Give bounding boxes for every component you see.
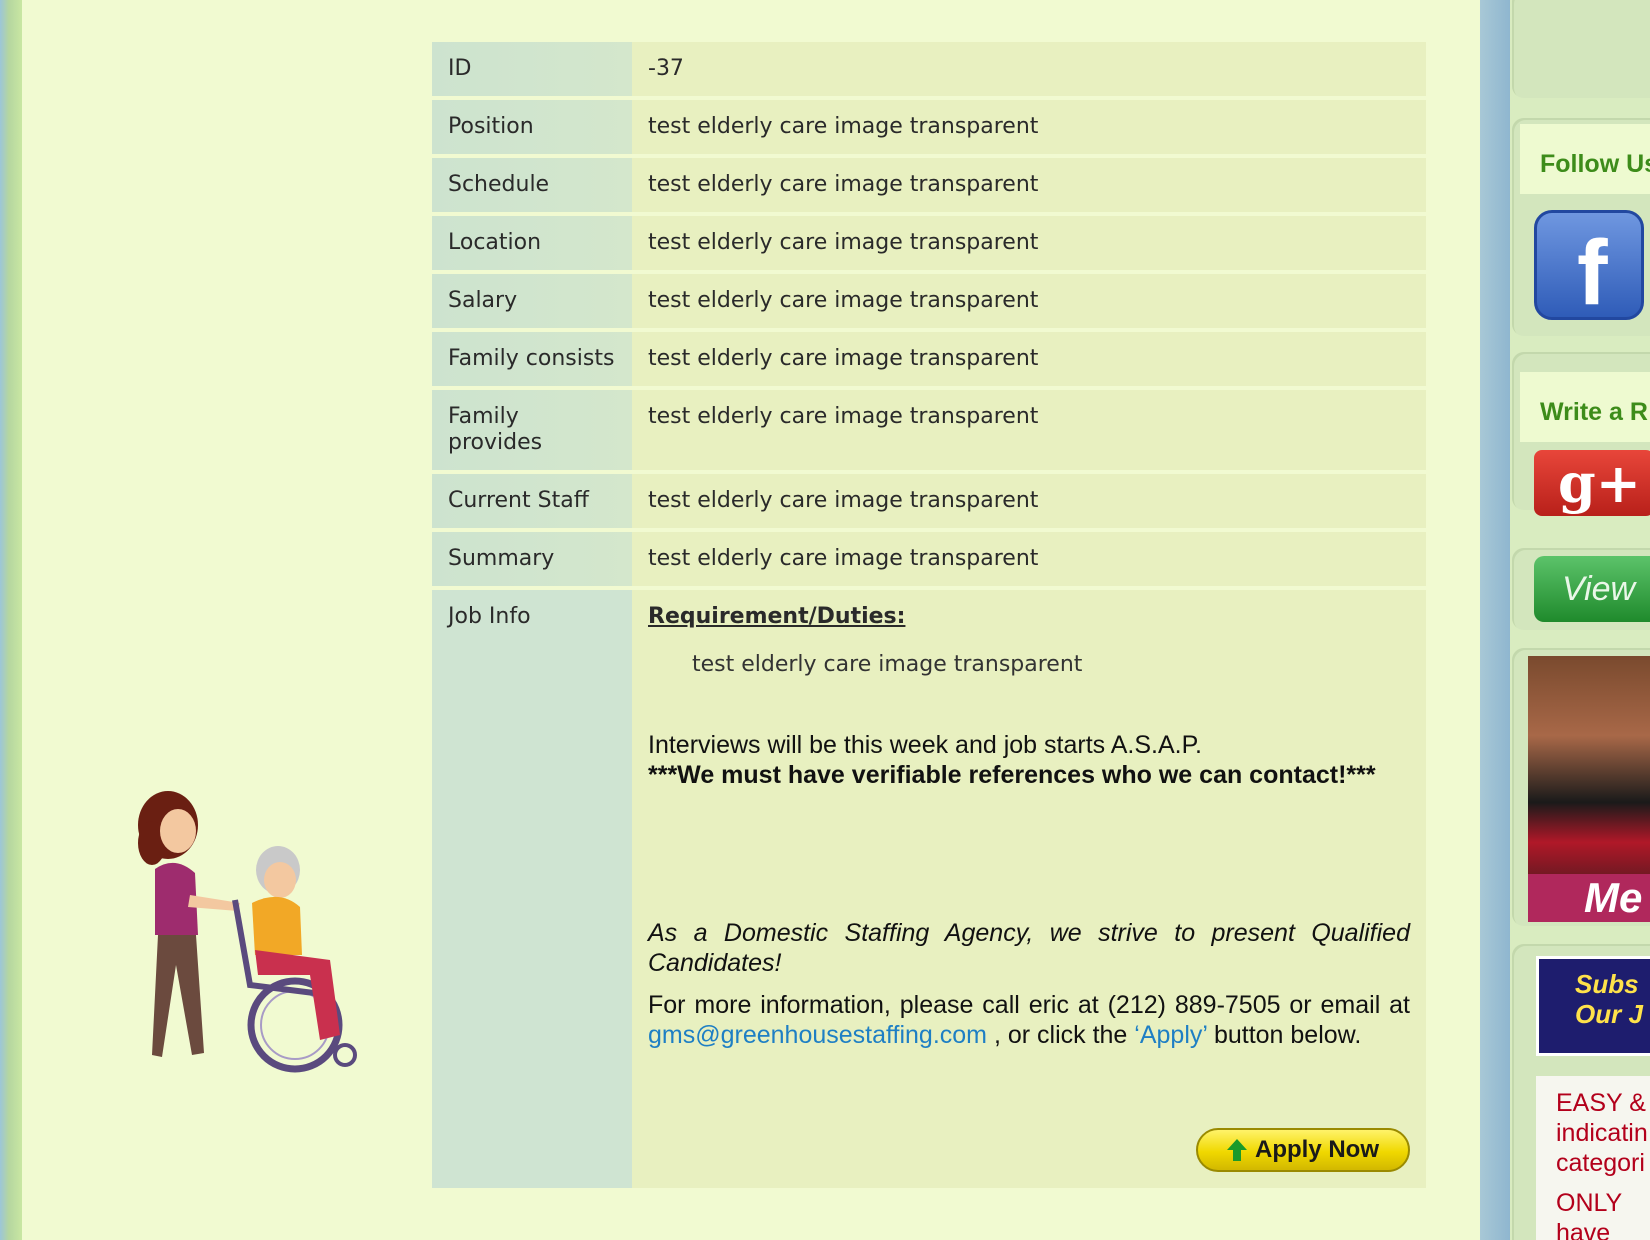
row-label-position: Position — [432, 100, 632, 154]
more-info-suffix: button below. — [1213, 1021, 1362, 1049]
row-value-schedule: test elderly care image transparent — [632, 158, 1426, 212]
table-row: Schedule test elderly care image transpa… — [432, 158, 1426, 216]
caregiver-wheelchair-illustration — [138, 791, 357, 1073]
follow-us-heading: Follow Us — [1520, 124, 1650, 194]
sidebar-top-box — [1512, 0, 1650, 98]
easy-line: have — [1556, 1219, 1611, 1240]
interview-line: Interviews will be this week and job sta… — [648, 731, 1202, 759]
apply-now-label: Apply Now — [1255, 1136, 1379, 1163]
up-arrow-icon — [1227, 1139, 1247, 1161]
more-info-middle: , or click the — [993, 1021, 1128, 1049]
row-label-id: ID — [432, 42, 632, 96]
references-line: ***We must have verifiable references wh… — [648, 761, 1376, 789]
write-review-heading: Write a R — [1520, 372, 1650, 442]
table-row: Position test elderly care image transpa… — [432, 100, 1426, 158]
job-info-content: Requirement/Duties: test elderly care im… — [632, 590, 1426, 1188]
more-info-prefix: For more information, please call eric a… — [648, 991, 1410, 1019]
view-button[interactable]: View — [1534, 556, 1650, 622]
facebook-icon[interactable]: f — [1534, 210, 1644, 324]
agency-statement: As a Domestic Staffing Agency, we strive… — [648, 919, 1410, 977]
row-value-location: test elderly care image transparent — [632, 216, 1426, 270]
promo-caption-bar: Me — [1528, 874, 1650, 922]
row-label-salary: Salary — [432, 274, 632, 328]
right-frame-border — [1480, 0, 1510, 1240]
apply-link[interactable]: ‘Apply’ — [1134, 1021, 1207, 1049]
view-button-label: View — [1562, 570, 1636, 608]
table-row: Current Staff test elderly care image tr… — [432, 474, 1426, 532]
promo-caption: Me — [1584, 874, 1643, 921]
table-row: Location test elderly care image transpa… — [432, 216, 1426, 274]
email-link[interactable]: gms@greenhousestaffing.com — [648, 1021, 987, 1049]
table-row: Family provides test elderly care image … — [432, 390, 1426, 474]
row-value-family-consists: test elderly care image transparent — [632, 332, 1426, 386]
easy-line: categori — [1556, 1149, 1645, 1177]
subscribe-line-2: Our J — [1575, 999, 1643, 1029]
table-row-job-info: Job Info Requirement/Duties: test elderl… — [432, 590, 1426, 1188]
table-row: Salary test elderly care image transpare… — [432, 274, 1426, 332]
table-row: Summary test elderly care image transpar… — [432, 532, 1426, 590]
easy-line: ONLY — [1556, 1189, 1623, 1217]
more-info-text: For more information, please call eric a… — [648, 990, 1410, 1050]
right-sidebar: Follow Us f Write a R g+ View Me Subs Ou… — [1510, 0, 1650, 1240]
row-label-family-consists: Family consists — [432, 332, 632, 386]
table-row: ID -37 — [432, 42, 1426, 100]
left-frame-border — [0, 0, 22, 1240]
row-label-location: Location — [432, 216, 632, 270]
easy-line: indicatin — [1556, 1119, 1648, 1147]
row-value-current-staff: test elderly care image transparent — [632, 474, 1426, 528]
easy-line: EASY & — [1556, 1089, 1646, 1117]
row-label-job-info: Job Info — [432, 590, 632, 1188]
requirements-heading: Requirement/Duties: — [648, 604, 906, 629]
row-value-summary: test elderly care image transparent — [632, 532, 1426, 586]
row-label-summary: Summary — [432, 532, 632, 586]
subscribe-line-1: Subs — [1575, 969, 1639, 999]
easy-info-text: EASY & indicatin categori ONLY have — [1536, 1076, 1650, 1240]
subscribe-banner[interactable]: Subs Our J — [1536, 956, 1650, 1056]
row-value-position: test elderly care image transparent — [632, 100, 1426, 154]
row-label-current-staff: Current Staff — [432, 474, 632, 528]
row-value-salary: test elderly care image transparent — [632, 274, 1426, 328]
google-plus-icon[interactable]: g+ — [1534, 450, 1650, 516]
table-row: Family consists test elderly care image … — [432, 332, 1426, 390]
interview-notice: Interviews will be this week and job sta… — [648, 730, 1410, 790]
row-value-id: -37 — [632, 42, 1426, 96]
promo-photo[interactable]: Me — [1528, 656, 1650, 922]
row-label-family-provides: Family provides — [432, 390, 632, 470]
requirements-text: test elderly care image transparent — [692, 652, 1083, 677]
row-label-schedule: Schedule — [432, 158, 632, 212]
row-value-family-provides: test elderly care image transparent — [632, 390, 1426, 470]
job-details-table: ID -37 Position test elderly care image … — [432, 42, 1426, 1188]
apply-now-button[interactable]: Apply Now — [1196, 1128, 1410, 1172]
